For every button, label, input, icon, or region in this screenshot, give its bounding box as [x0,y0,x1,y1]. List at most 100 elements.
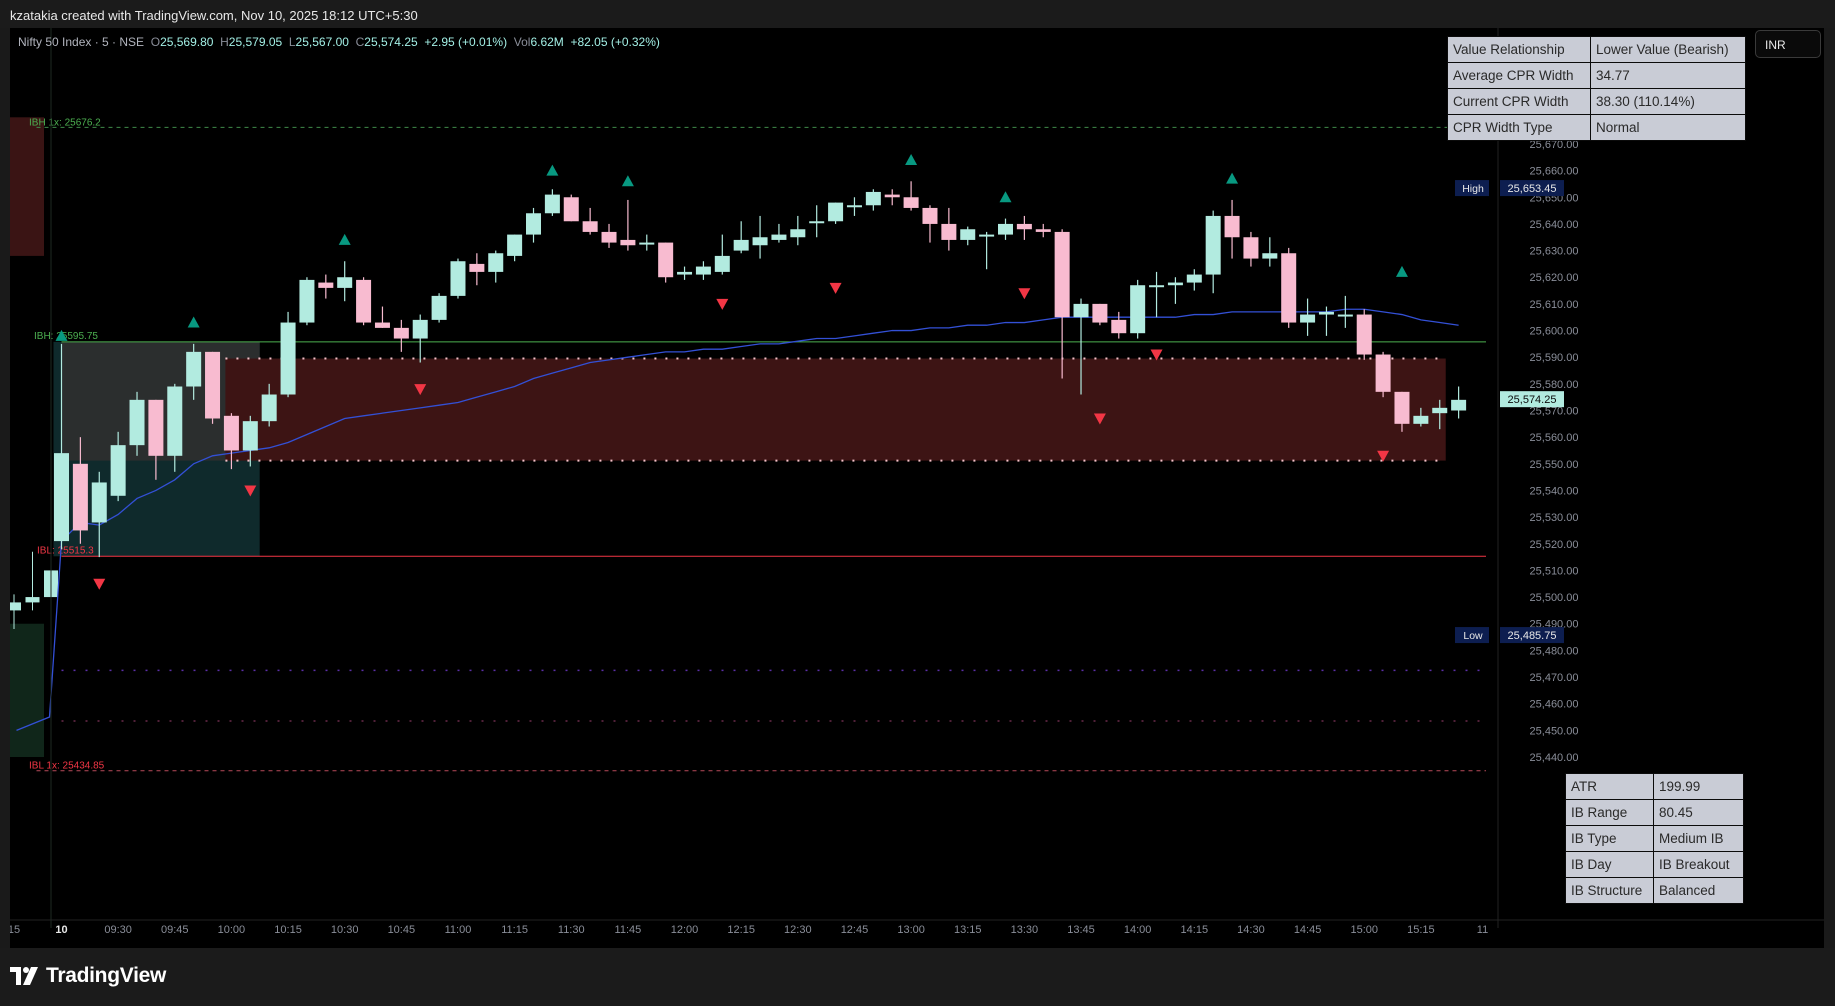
price-tick-label: 25,550.00 [1530,459,1579,471]
price-tick-label: 25,530.00 [1530,512,1579,524]
candle-body [771,234,787,240]
cpr-info-table: Value Relationship Lower Value (Bearish) … [1447,36,1746,141]
time-tick-label: 10:15 [274,924,302,936]
candle-body [601,231,617,243]
open-value: 25,569.80 [160,35,214,49]
candle-body [1318,311,1334,315]
price-tick-label: 25,470.00 [1530,672,1579,684]
price-tick-label: 25,610.00 [1530,299,1579,311]
candle-body [922,207,938,224]
price-tick-label: 25,450.00 [1530,725,1579,737]
candle-body [544,194,560,214]
table-cell-value: 199.99 [1653,773,1744,800]
table-row: IB Range 80.45 [1565,799,1744,826]
buy-signal-triangle [187,316,200,328]
tradingview-logo-icon [10,967,38,985]
change-value: +2.95 (+0.01%) [424,35,508,49]
candle-body [1432,407,1448,414]
candle-body [714,255,730,272]
candle-body [1243,237,1259,259]
table-cell-label: ATR [1565,773,1654,800]
prev-day-upper-zone [10,117,44,256]
candle-body [450,261,466,296]
time-tick-label: 14:30 [1237,924,1265,936]
time-tick-label: 13:00 [897,924,925,936]
buy-signal-triangle [1226,172,1239,184]
candle-body [1186,274,1202,283]
buy-signal-triangle [905,153,918,165]
price-tick-label: 25,560.00 [1530,432,1579,444]
ibl-1x-label: IBL 1x: 25434.85 [29,761,105,772]
table-cell-value: IB Breakout [1653,851,1744,878]
price-chart[interactable]: IBH 1x: 25676.2IBH: 25595.75IBL: 25515.3… [7,28,1824,948]
candle-body [1451,399,1467,411]
candle-body [1111,319,1127,334]
prev-day-candle-body [25,597,40,603]
candle-body [1167,282,1183,286]
low-value: 25,567.00 [295,35,349,49]
candle-body [677,271,693,275]
candle-body [223,415,239,451]
time-tick-label: 11:00 [445,924,472,936]
candle-body [469,263,485,272]
candle-body [299,279,315,323]
candle-body [809,221,825,224]
time-tick-label: 10:00 [218,924,246,936]
high-key: H [220,35,229,49]
sell-signal-triangle [829,282,842,294]
ibl-label: IBL: 25515.3 [37,545,94,556]
candle-body [865,191,881,206]
time-tick-label: 13:15 [954,924,982,936]
candle-body [695,266,711,275]
candle-body [790,229,806,238]
price-tick-label: 25,640.00 [1530,219,1579,231]
price-tick-label: 25,520.00 [1530,539,1579,551]
candle-body [1035,229,1051,232]
time-tick-label: 11:30 [558,924,585,936]
tradingview-logo[interactable]: TradingView [10,962,166,990]
table-row: IB Day IB Breakout [1565,851,1744,878]
candle-body [129,399,145,446]
price-tick-label: 25,540.00 [1530,485,1579,497]
price-tick-label: 25,620.00 [1530,272,1579,284]
candle-body [1413,415,1429,424]
price-tick-label: 25,480.00 [1530,645,1579,657]
candle-body [1054,231,1070,318]
candle-body [639,242,655,245]
chart-area[interactable]: IBH 1x: 25676.2 IBH: 25595.75 IBL: 25515.3… [7,28,1824,948]
candle-body [280,322,296,395]
candle-body [393,327,409,339]
table-row: Average CPR Width 34.77 [1447,62,1746,89]
table-cell-value: 80.45 [1653,799,1744,826]
candle-body [431,295,447,320]
high-value: 25,579.05 [228,35,283,49]
time-tick-label: 15 [10,924,20,936]
candle-body [960,229,976,240]
candle-body [1356,314,1372,355]
table-row: ATR 199.99 [1565,773,1744,800]
table-cell-label: IB Range [1565,799,1654,826]
currency-button[interactable]: INR [1755,30,1821,58]
candle-body [261,394,277,422]
buy-signal-triangle [546,164,559,176]
low-price-tag-value: 25,485.75 [1508,630,1557,642]
candle-body [1092,303,1108,323]
price-tick-label: 25,590.00 [1530,352,1579,364]
buy-signal-triangle [1395,265,1408,277]
candle-body [1016,223,1032,230]
time-tick-label: 11:15 [501,924,528,936]
table-cell-value: 34.77 [1590,62,1746,89]
candle-body [186,351,202,387]
table-row: Current CPR Width 38.30 (110.14%) [1447,88,1746,115]
candle-body [72,463,88,531]
candle-body [167,386,183,456]
time-tick-label: 10:45 [388,924,416,936]
candle-body [563,197,579,222]
ohlc-legend: Nifty 50 Index · 5 · NSE O25,569.80 H25,… [18,35,660,49]
time-tick-label: 14:00 [1124,924,1152,936]
candle-body [337,277,353,288]
price-tick-label: 25,440.00 [1530,752,1579,764]
price-tick-label: 25,500.00 [1530,592,1579,604]
buy-signal-triangle [338,233,351,245]
candle-body [507,234,523,256]
